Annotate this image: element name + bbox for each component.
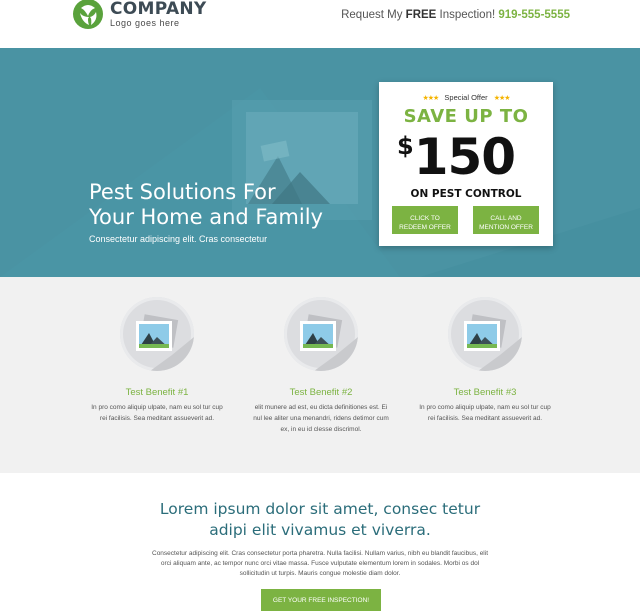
redeem-line2: REDEEM OFFER — [399, 223, 451, 231]
special-offer-card: ★★★ Special Offer ★★★ SAVE UP TO $150 ON… — [379, 82, 553, 246]
benefit-image-circle — [120, 297, 194, 371]
benefit-title: Test Benefit #3 — [453, 387, 517, 398]
redeem-line1: CLICK TO — [410, 214, 440, 222]
offer-label: Special Offer — [444, 93, 488, 102]
headline-line2: adipi elit vivamus et viverra. — [209, 521, 431, 539]
benefit-description: In pro como aliquip ulpate, nam eu sol t… — [419, 404, 551, 422]
save-up-to: SAVE UP TO — [403, 106, 529, 127]
image-placeholder-icon — [300, 314, 358, 371]
headline-line1: Lorem ipsum dolor sit amet, consec tetur — [159, 500, 481, 518]
call-mention-offer-button[interactable]: CALL AND MENTION OFFER — [473, 206, 539, 234]
get-free-inspection-button[interactable]: GET YOUR FREE INSPECTION! — [261, 589, 381, 611]
hero-title: Pest Solutions For Your Home and Family — [89, 180, 323, 230]
cta-suffix: Inspection! — [439, 9, 496, 21]
benefit-image-circle — [284, 297, 358, 371]
call-line2: MENTION OFFER — [479, 223, 533, 231]
redeem-offer-button[interactable]: CLICK TO REDEEM OFFER — [392, 206, 458, 234]
stars-left-icon: ★★★ — [422, 95, 439, 102]
site-header: COMPANY Logo goes here Request My FREE I… — [0, 0, 640, 48]
leaf-logo-icon — [73, 0, 103, 29]
hero-subtitle: Consectetur adipiscing elit. Cras consec… — [89, 234, 268, 244]
call-line1: CALL AND — [490, 214, 522, 222]
offer-amount: $150 — [397, 126, 516, 188]
phone-link[interactable]: 919-555-5555 — [498, 9, 570, 21]
hero-title-line1: Pest Solutions For — [89, 180, 276, 204]
bottom-body-text: Consectetur adipiscing elit. Cras consec… — [152, 550, 488, 577]
benefits-section: Test Benefit #1 In pro como aliquip ulpa… — [0, 277, 640, 473]
offer-subject: ON PEST CONTROL — [410, 188, 522, 200]
bottom-headline: Lorem ipsum dolor sit amet, consec tetur… — [0, 499, 640, 541]
offer-header: ★★★ Special Offer ★★★ — [379, 93, 553, 102]
benefit-title: Test Benefit #2 — [289, 387, 353, 398]
benefit-title: Test Benefit #1 — [125, 387, 189, 398]
stars-right-icon: ★★★ — [493, 95, 511, 102]
cta-prefix: Request My — [341, 9, 403, 21]
image-placeholder-icon — [464, 314, 522, 371]
image-placeholder-icon — [136, 314, 194, 371]
bottom-section: Lorem ipsum dolor sit amet, consec tetur… — [0, 473, 640, 613]
logo[interactable]: COMPANY Logo goes here — [72, 0, 207, 30]
hero-title-line2: Your Home and Family — [89, 205, 323, 229]
logo-tagline: Logo goes here — [110, 18, 180, 28]
benefit-description: In pro como aliquip ulpate, nam eu sol t… — [91, 404, 223, 422]
benefit-image-circle — [448, 297, 522, 371]
benefit-description: elit munere ad est, eu dicta definitione… — [253, 404, 389, 433]
amount-value: 150 — [413, 128, 516, 186]
header-cta: Request My FREE Inspection! 919-555-5555 — [341, 9, 570, 21]
cta-free: FREE — [405, 9, 437, 21]
currency-symbol: $ — [397, 132, 414, 160]
logo-name: COMPANY — [110, 0, 207, 19]
